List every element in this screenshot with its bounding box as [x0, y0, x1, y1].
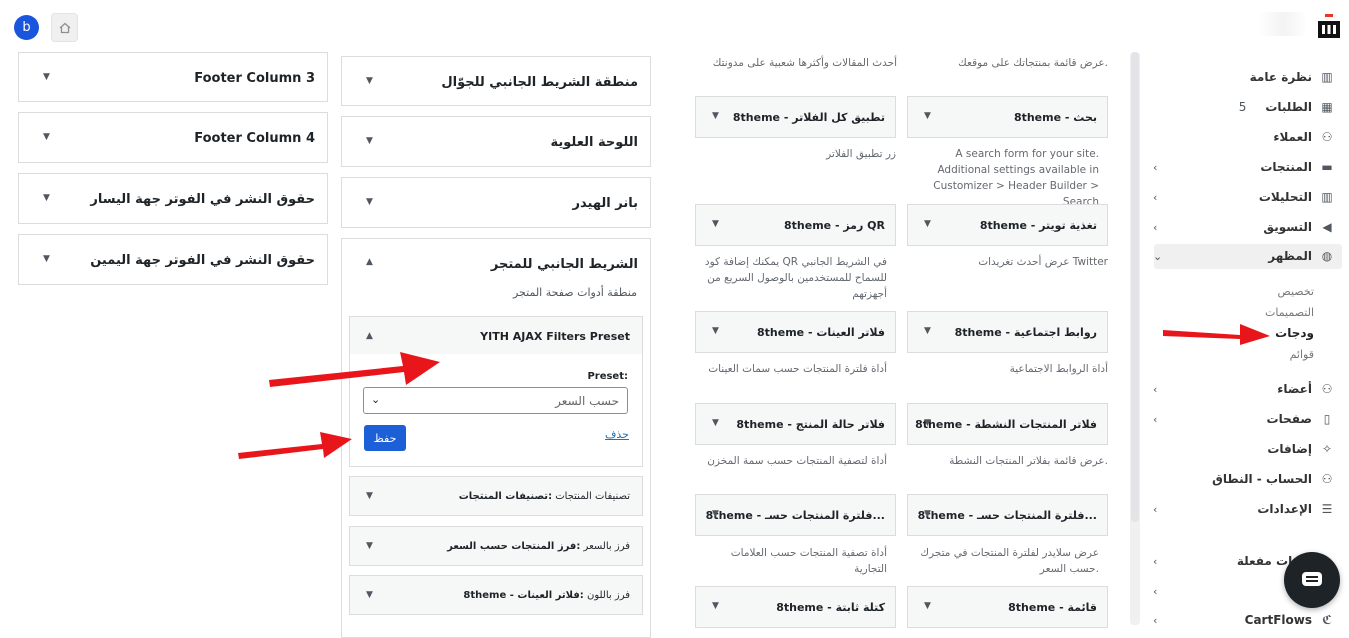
arrow-to-preset-select	[269, 352, 440, 387]
annotation-arrows	[238, 324, 1270, 459]
arrow-to-save-button	[238, 432, 352, 459]
arrow-to-widgets-menu	[1163, 324, 1270, 345]
